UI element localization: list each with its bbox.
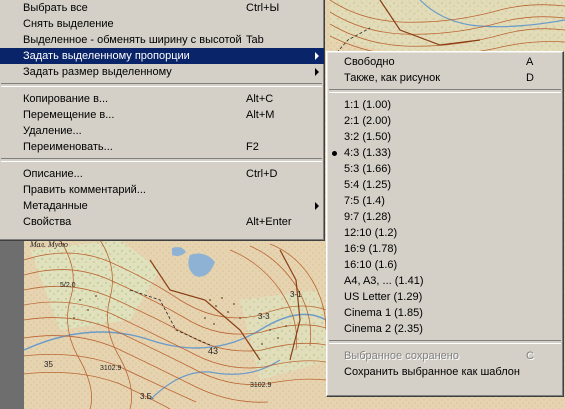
menu-item-label: Также, как рисунок [344,72,441,84]
map-label: 43 [208,346,219,356]
menu-item-shortcut: C [526,350,534,362]
menu-separator [329,340,561,344]
menu-item-label: A4, A3, ... (1.41) [344,275,424,287]
menu-item-shortcut: Alt+C [246,93,274,105]
menu-item-label: Выбранное сохранено [344,350,459,362]
menu-item-shortcut: F2 [246,141,259,153]
map-label: 5/2.0 [60,282,76,289]
proportions-submenu: Свободно A Также, как рисунок D 1:1 (1.0… [326,51,564,397]
map-label: 3-3 [258,312,270,321]
menu-item-label: Править комментарий... [23,184,146,196]
submenu-item-free[interactable]: Свободно A [327,54,563,70]
menu-item-copy-to[interactable]: Копирование в... Alt+C [0,91,324,107]
submenu-arrow-icon [315,68,319,76]
submenu-item-ratio[interactable]: US Letter (1.29) [327,289,563,305]
menu-item-shortcut: A [526,56,534,68]
menu-item-label: Выделенное - обменять ширину с высотой [23,34,242,46]
submenu-item-ratio[interactable]: 16:10 (1.6) [327,257,563,273]
submenu-item-ratio[interactable]: 1:1 (1.00) [327,97,563,113]
menu-item-label: 16:10 (1.6) [344,259,398,271]
menu-item-rename[interactable]: Переименовать... F2 [0,139,324,155]
menu-separator [1,158,322,162]
menu-separator [329,89,561,93]
menu-item-swap-width-height[interactable]: Выделенное - обменять ширину с высотой T… [0,32,324,48]
menu-item-label: Сохранить выбранное как шаблон [344,366,520,378]
submenu-item-ratio[interactable]: 5:3 (1.66) [327,161,563,177]
menu-item-label: Описание... [23,168,83,180]
menu-item-label: Копирование в... [23,93,109,105]
submenu-item-ratio[interactable]: 12:10 (1.2) [327,225,563,241]
menu-item-label: 9:7 (1.28) [344,211,392,223]
submenu-item-save-as-template[interactable]: Сохранить выбранное как шаблон [327,364,563,380]
menu-item-set-size[interactable]: Задать размер выделенному [0,64,324,80]
map-label: Мал. Мудю [30,240,68,249]
menu-item-shortcut: Tab [246,34,264,46]
menu-item-move-to[interactable]: Перемещение в... Alt+M [0,107,324,123]
menu-item-shortcut: Alt+Enter [246,216,292,228]
menu-item-label: 2:1 (2.00) [344,115,392,127]
submenu-item-selection-saved: Выбранное сохранено C [327,348,563,364]
submenu-item-ratio[interactable]: 9:7 (1.28) [327,209,563,225]
menu-item-label: Удаление... [23,125,82,137]
menu-item-label: Cinema 1 (1.85) [344,307,423,319]
menu-item-label: Свойства [23,216,72,228]
menu-item-label: 4:3 (1.33) [344,147,392,159]
submenu-item-ratio[interactable]: 3:2 (1.50) [327,129,563,145]
menu-item-label: Выбрать все [23,2,88,14]
menu-item-label: Задать выделенному пропорции [23,50,190,62]
menu-item-label: 3:2 (1.50) [344,131,392,143]
menu-item-label: 7:5 (1.4) [344,195,385,207]
menu-item-label: 1:1 (1.00) [344,99,392,111]
menu-item-shortcut: Ctrl+Ы [246,2,280,14]
submenu-item-ratio[interactable]: Cinema 1 (1.85) [327,305,563,321]
map-label: 3102.9 [250,382,272,389]
menu-item-edit-comment[interactable]: Править комментарий... [0,182,324,198]
menu-item-deselect[interactable]: Снять выделение [0,16,324,32]
submenu-item-ratio[interactable]: A4, A3, ... (1.41) [327,273,563,289]
submenu-item-ratio[interactable]: 7:5 (1.4) [327,193,563,209]
menu-item-label: 12:10 (1.2) [344,227,398,239]
menu-item-label: Задать размер выделенному [23,66,172,78]
submenu-item-ratio[interactable]: 16:9 (1.78) [327,241,563,257]
menu-item-shortcut: D [526,72,534,84]
map-label: 3102.9 [100,365,122,372]
radio-bullet-icon [332,151,337,156]
submenu-item-ratio[interactable]: Cinema 2 (2.35) [327,321,563,337]
menu-item-select-all[interactable]: Выбрать все Ctrl+Ы [0,0,324,16]
map-label: 3.Б. [140,392,155,401]
menu-item-set-proportions[interactable]: Задать выделенному пропорции [0,48,324,64]
submenu-arrow-icon [315,202,319,210]
menu-item-label: Cinema 2 (2.35) [344,323,423,335]
map-label: 35 [44,360,53,369]
screen: Мал. Мудю 3-3 3102.9 3102.9 43 3.Б. 3-1 … [0,0,565,409]
menu-item-label: Метаданные [23,200,88,212]
menu-item-shortcut: Alt+M [246,109,275,121]
submenu-item-ratio-selected[interactable]: 4:3 (1.33) [327,145,563,161]
menu-item-label: 16:9 (1.78) [344,243,398,255]
menu-item-properties[interactable]: Свойства Alt+Enter [0,214,324,230]
menu-separator [1,83,322,87]
menu-item-label: US Letter (1.29) [344,291,423,303]
submenu-item-ratio[interactable]: 5:4 (1.25) [327,177,563,193]
submenu-item-as-image[interactable]: Также, как рисунок D [327,70,563,86]
menu-item-label: 5:4 (1.25) [344,179,392,191]
map-label: 3-1 [290,290,302,299]
menu-item-label: 5:3 (1.66) [344,163,392,175]
context-menu: Выбрать все Ctrl+Ы Снять выделение Выдел… [0,0,325,241]
menu-item-description[interactable]: Описание... Ctrl+D [0,166,324,182]
menu-item-shortcut: Ctrl+D [246,168,278,180]
submenu-item-ratio[interactable]: 2:1 (2.00) [327,113,563,129]
submenu-arrow-icon [315,52,319,60]
menu-item-label: Свободно [344,56,395,68]
menu-item-label: Переименовать... [23,141,113,153]
menu-item-label: Перемещение в... [23,109,115,121]
menu-item-label: Снять выделение [23,18,114,30]
menu-item-delete[interactable]: Удаление... [0,123,324,139]
menu-item-metadata[interactable]: Метаданные [0,198,324,214]
